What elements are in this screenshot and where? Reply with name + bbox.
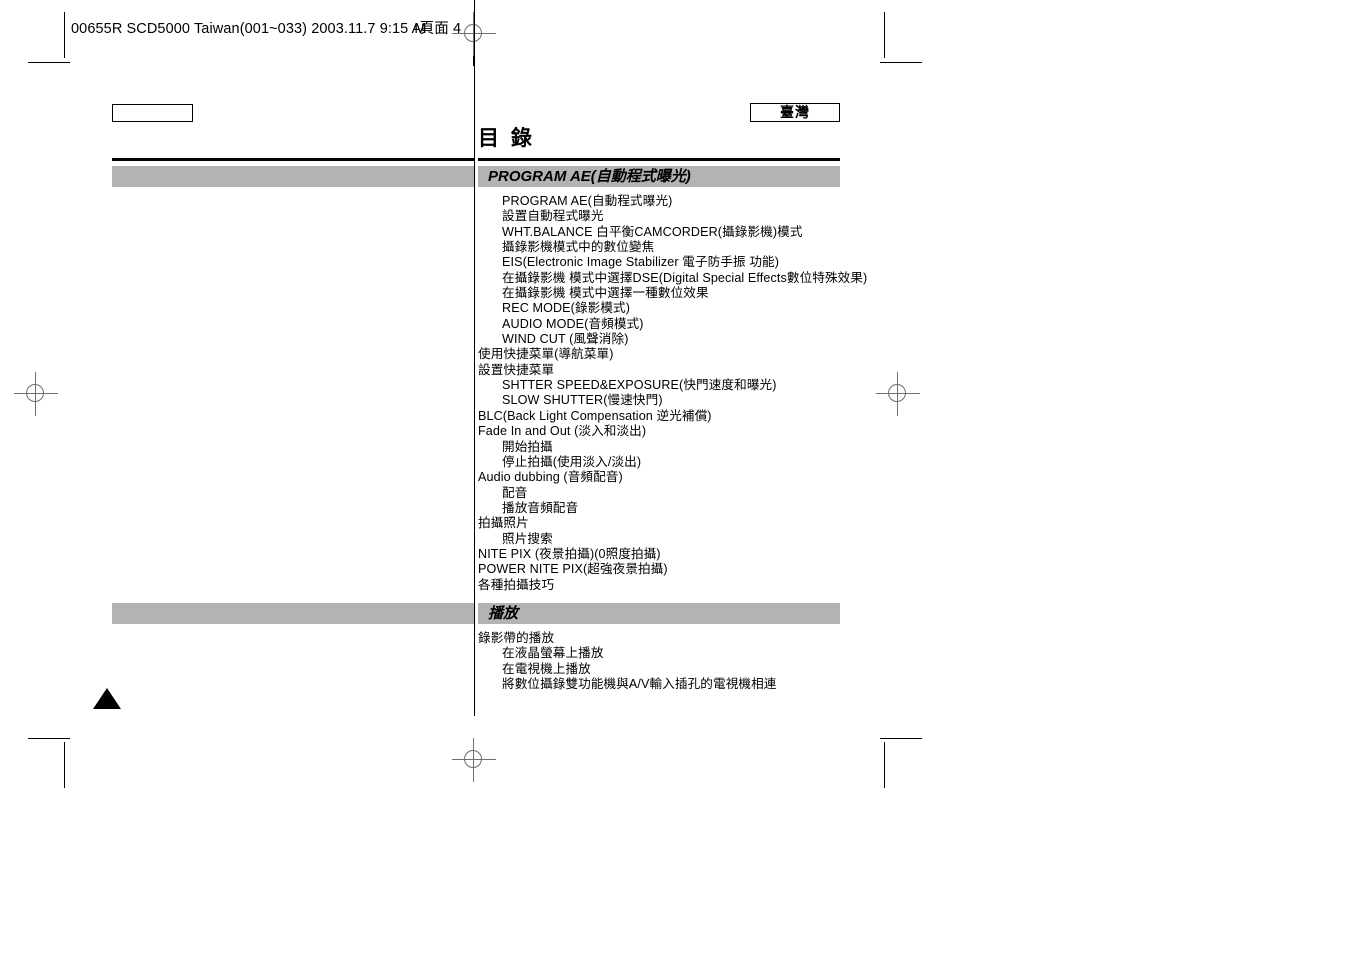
toc-entry: 拍攝照片: [478, 516, 529, 531]
toc-entry: 開始拍攝: [502, 439, 553, 454]
toc-entry: 在電視機上播放: [502, 661, 591, 676]
verso-title-rule: [112, 158, 474, 161]
toc-entry: BLC(Back Light Compensation 逆光補償): [478, 408, 712, 423]
page-title: 目 錄: [478, 127, 535, 150]
toc-entry: 停止拍攝(使用淡入/淡出): [502, 454, 642, 469]
toc-entry: 設置快捷菜單: [478, 362, 555, 377]
toc-entry: 設置自動程式曝光: [502, 209, 604, 224]
toc-entry: 將數位攝錄雙功能機與A/V輸入插孔的電視機相連: [502, 677, 777, 692]
toc-entry: 播放音頻配音: [502, 500, 579, 515]
toc-entry: Audio dubbing (音頻配音): [478, 470, 623, 485]
toc-entry: 使用快捷菜單(導航菜單): [478, 347, 614, 362]
locale-label: 臺灣: [780, 104, 810, 120]
toc-entry: SLOW SHUTTER(慢速快門): [502, 393, 663, 408]
toc-list-program-ae: PROGRAM AE(自動程式曝光) 設置自動程式曝光 WHT.BALANCE 白平…: [478, 194, 868, 593]
verso-section-band-lower: [112, 603, 474, 624]
locale-badge: 臺灣: [750, 103, 840, 122]
toc-entry: Fade In and Out (淡入和淡出): [478, 424, 647, 439]
toc-entry: EIS(Electronic Image Stabilizer 電子防手振 功能…: [502, 255, 780, 270]
section-title-playback: 播放: [488, 605, 519, 622]
toc-entry: SHTTER SPEED&EXPOSURE(快門速度和曝光): [502, 378, 777, 393]
toc-entry: REC MODE(錄影模式): [502, 301, 631, 316]
section-band-playback: 播放: [478, 603, 840, 624]
toc-entry: 在攝錄影機 模式中選擇DSE(Digital Special Effects數位…: [502, 270, 868, 285]
triangle-page-marker: [93, 688, 121, 709]
toc-entry: 錄影帶的播放: [478, 631, 555, 645]
toc-entry: 在液晶螢幕上播放: [502, 646, 604, 661]
toc-entry: 配音: [502, 485, 528, 500]
title-rule: [478, 158, 840, 161]
toc-entry: PROGRAM AE(自動程式曝光): [502, 194, 673, 208]
toc-entry: WIND CUT (風聲消除): [502, 332, 629, 347]
section-title-program-ae: PROGRAM AE(自動程式曝光): [488, 168, 691, 185]
printed-sheet: 臺灣 目 錄 PROGRAM AE(自動程式曝光) PROGRAM AE(自動程…: [0, 0, 1348, 954]
toc-entry: NITE PIX (夜景拍攝)(0照度拍攝): [478, 546, 661, 561]
toc-entry: 在攝錄影機 模式中選擇一種數位效果: [502, 286, 709, 301]
verso-locale-box-empty: [112, 104, 193, 122]
toc-entry: POWER NITE PIX(超強夜景拍攝): [478, 562, 668, 577]
column-divider-rule: [474, 0, 475, 716]
toc-entry: 攝錄影機模式中的數位變焦: [502, 240, 655, 255]
toc-entry: 照片搜索: [502, 531, 553, 546]
toc-entry: AUDIO MODE(音頻模式): [502, 316, 644, 331]
verso-section-band-upper: [112, 166, 474, 187]
toc-entry: WHT.BALANCE 白平衡CAMCORDER(攝錄影機)模式: [502, 224, 803, 239]
toc-entry: 各種拍攝技巧: [478, 577, 555, 592]
section-band-program-ae: PROGRAM AE(自動程式曝光): [478, 166, 840, 187]
toc-list-playback: 錄影帶的播放 在液晶螢幕上播放 在電視機上播放 將數位攝錄雙功能機與A/V輸入插孔的電…: [478, 631, 840, 692]
